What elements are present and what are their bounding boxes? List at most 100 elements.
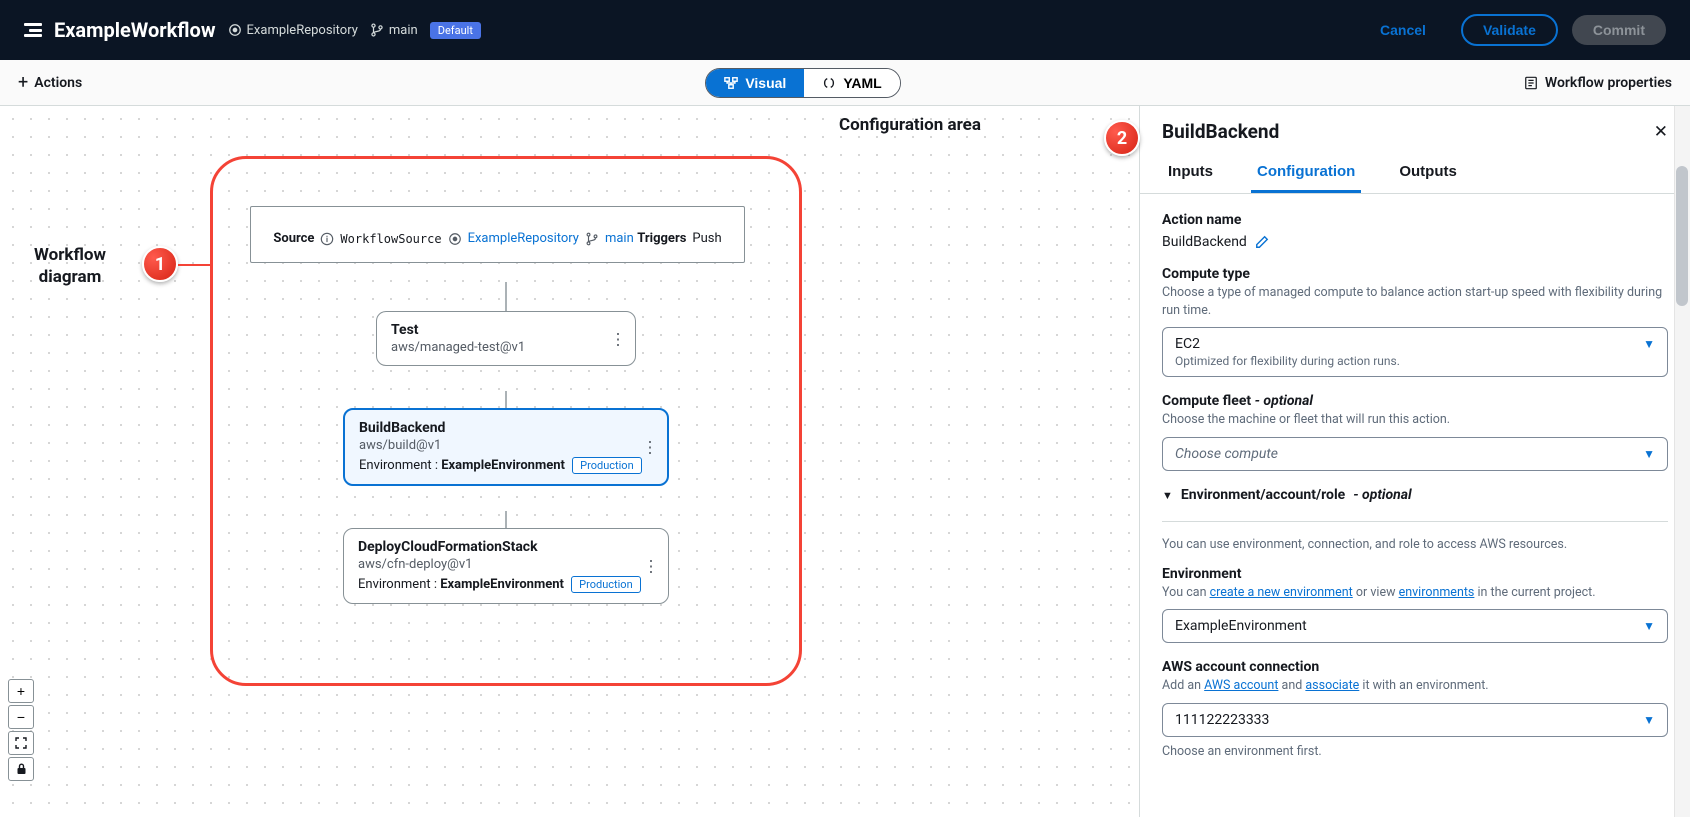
lock-icon: [16, 763, 27, 775]
env-label: Environment :: [358, 577, 437, 592]
conn-desc-pre: Add an: [1162, 678, 1204, 693]
env-desc-post: in the current project.: [1474, 585, 1595, 600]
chevron-down-icon: ▼: [1643, 619, 1655, 633]
compute-type-desc: Choose a type of managed compute to bala…: [1162, 284, 1668, 319]
commit-button[interactable]: Commit: [1572, 15, 1666, 45]
source-node[interactable]: Source WorkflowSource ExampleRepository …: [250, 206, 745, 263]
properties-icon: [1524, 76, 1538, 90]
action-name-section: Action name BuildBackend: [1140, 212, 1690, 266]
yaml-toggle[interactable]: YAML: [804, 69, 899, 97]
env-badge: Production: [572, 457, 641, 474]
env-expander[interactable]: ▼ Environment/account/role - optional: [1162, 487, 1412, 509]
tabs: Inputs Configuration Outputs: [1140, 151, 1690, 194]
diagram: Source WorkflowSource ExampleRepository …: [250, 206, 762, 604]
optional-text: - optional: [1353, 487, 1411, 503]
visual-icon: [724, 76, 738, 90]
tab-outputs[interactable]: Outputs: [1393, 151, 1463, 193]
canvas[interactable]: Workflow diagram Configuration area 1 So…: [0, 106, 1139, 817]
callout-1-line: [178, 264, 211, 266]
compute-fleet-label-text: Compute fleet: [1162, 393, 1251, 409]
cancel-button[interactable]: Cancel: [1359, 15, 1447, 45]
config-panel: 2 BuildBackend ✕ Inputs Configuration Ou…: [1139, 106, 1690, 817]
env-badge: Production: [571, 576, 640, 593]
add-actions-button[interactable]: + Actions: [18, 72, 82, 93]
source-repo-link[interactable]: ExampleRepository: [468, 231, 579, 246]
default-badge: Default: [430, 22, 481, 39]
zoom-out-button[interactable]: −: [8, 705, 34, 729]
env-section-desc-wrap: You can use environment, connection, and…: [1140, 536, 1690, 566]
fit-button[interactable]: [8, 731, 34, 755]
callout-2: 2: [1104, 120, 1140, 156]
env-section-title: Environment/account/role: [1181, 487, 1345, 503]
visual-toggle[interactable]: Visual: [706, 69, 804, 97]
repo-icon: [448, 232, 462, 246]
node-menu-icon[interactable]: ⋮: [642, 438, 657, 457]
create-env-link[interactable]: create a new environment: [1210, 585, 1353, 600]
annotation-workflow-diagram: Workflow diagram: [20, 244, 120, 288]
compute-fleet-desc: Choose the machine or fleet that will ru…: [1162, 411, 1668, 429]
chevron-down-icon: ▼: [1643, 337, 1655, 351]
info-icon: [320, 232, 334, 246]
test-node[interactable]: Test aws/managed-test@v1 ⋮: [376, 311, 636, 366]
environment-select[interactable]: ExampleEnvironment ▼: [1162, 609, 1668, 643]
edit-icon[interactable]: [1255, 235, 1269, 249]
branch-icon: [370, 23, 384, 37]
repo-segment: ExampleRepository: [228, 23, 358, 38]
compute-fleet-section: Compute fleet - optional Choose the mach…: [1140, 393, 1690, 487]
compute-type-value-desc: Optimized for flexibility during action …: [1175, 354, 1655, 368]
node-menu-icon[interactable]: ⋮: [610, 329, 625, 348]
add-actions-label: Actions: [34, 75, 82, 91]
env-label: Environment :: [359, 458, 438, 473]
close-icon[interactable]: ✕: [1654, 122, 1668, 142]
compute-type-section: Compute type Choose a type of managed co…: [1140, 266, 1690, 393]
associate-link[interactable]: associate: [1305, 678, 1359, 693]
yaml-icon: [822, 76, 836, 90]
deploy-node-title: DeployCloudFormationStack: [358, 539, 654, 555]
chevron-down-icon: ▼: [1643, 447, 1655, 461]
conn-desc-post: it with an environment.: [1359, 678, 1488, 693]
build-node-title: BuildBackend: [359, 420, 653, 436]
environment-label: Environment: [1162, 566, 1668, 582]
workflow-properties-label: Workflow properties: [1545, 75, 1672, 91]
connection-select[interactable]: 111122223333 ▼: [1162, 703, 1668, 737]
yaml-label: YAML: [843, 75, 881, 91]
branch-icon: [585, 232, 599, 246]
repo-name: ExampleRepository: [247, 23, 358, 38]
zoom-in-button[interactable]: +: [8, 679, 34, 703]
plus-icon: +: [18, 72, 28, 93]
tab-configuration[interactable]: Configuration: [1251, 151, 1361, 193]
environments-link[interactable]: environments: [1399, 585, 1475, 600]
compute-type-select[interactable]: EC2 ▼ Optimized for flexibility during a…: [1162, 327, 1668, 377]
buildbackend-node[interactable]: BuildBackend aws/build@v1 Environment : …: [343, 408, 669, 486]
visual-label: Visual: [745, 75, 786, 91]
node-menu-icon[interactable]: ⋮: [643, 557, 658, 576]
deploy-node[interactable]: DeployCloudFormationStack aws/cfn-deploy…: [343, 528, 669, 604]
branch-segment: main: [370, 23, 418, 38]
toolbar: + Actions Visual YAML Workflow propertie…: [0, 60, 1690, 106]
lock-button[interactable]: [8, 757, 34, 781]
view-toggle: Visual YAML: [705, 68, 900, 98]
zoom-controls: + −: [8, 679, 34, 781]
fit-icon: [15, 737, 27, 749]
panel-body: Inputs Configuration Outputs Action name…: [1140, 151, 1690, 817]
env-expander-section: ▼ Environment/account/role - optional: [1140, 487, 1690, 516]
deploy-node-sub: aws/cfn-deploy@v1: [358, 557, 654, 572]
workflow-properties-button[interactable]: Workflow properties: [1524, 75, 1672, 91]
top-bar-left: ExampleWorkflow ExampleRepository main D…: [24, 18, 481, 42]
environment-desc: You can create a new environment or view…: [1162, 584, 1668, 602]
validate-button[interactable]: Validate: [1461, 14, 1558, 46]
aws-account-link[interactable]: AWS account: [1204, 678, 1278, 693]
source-label: Source: [273, 231, 314, 246]
connection-section: AWS account connection Add an AWS accoun…: [1140, 659, 1690, 784]
compute-fleet-select[interactable]: Choose compute ▼: [1162, 437, 1668, 471]
workflow-source: WorkflowSource: [340, 232, 441, 246]
tab-inputs[interactable]: Inputs: [1162, 151, 1219, 193]
divider: [1162, 521, 1668, 522]
scrollbar-track[interactable]: [1674, 106, 1690, 817]
source-branch-link[interactable]: main: [605, 231, 634, 246]
test-node-sub: aws/managed-test@v1: [391, 340, 621, 355]
scrollbar-thumb[interactable]: [1676, 166, 1688, 306]
env-desc-pre: You can: [1162, 585, 1210, 600]
callout-1: 1: [142, 246, 178, 282]
compute-fleet-label: Compute fleet - optional: [1162, 393, 1668, 409]
